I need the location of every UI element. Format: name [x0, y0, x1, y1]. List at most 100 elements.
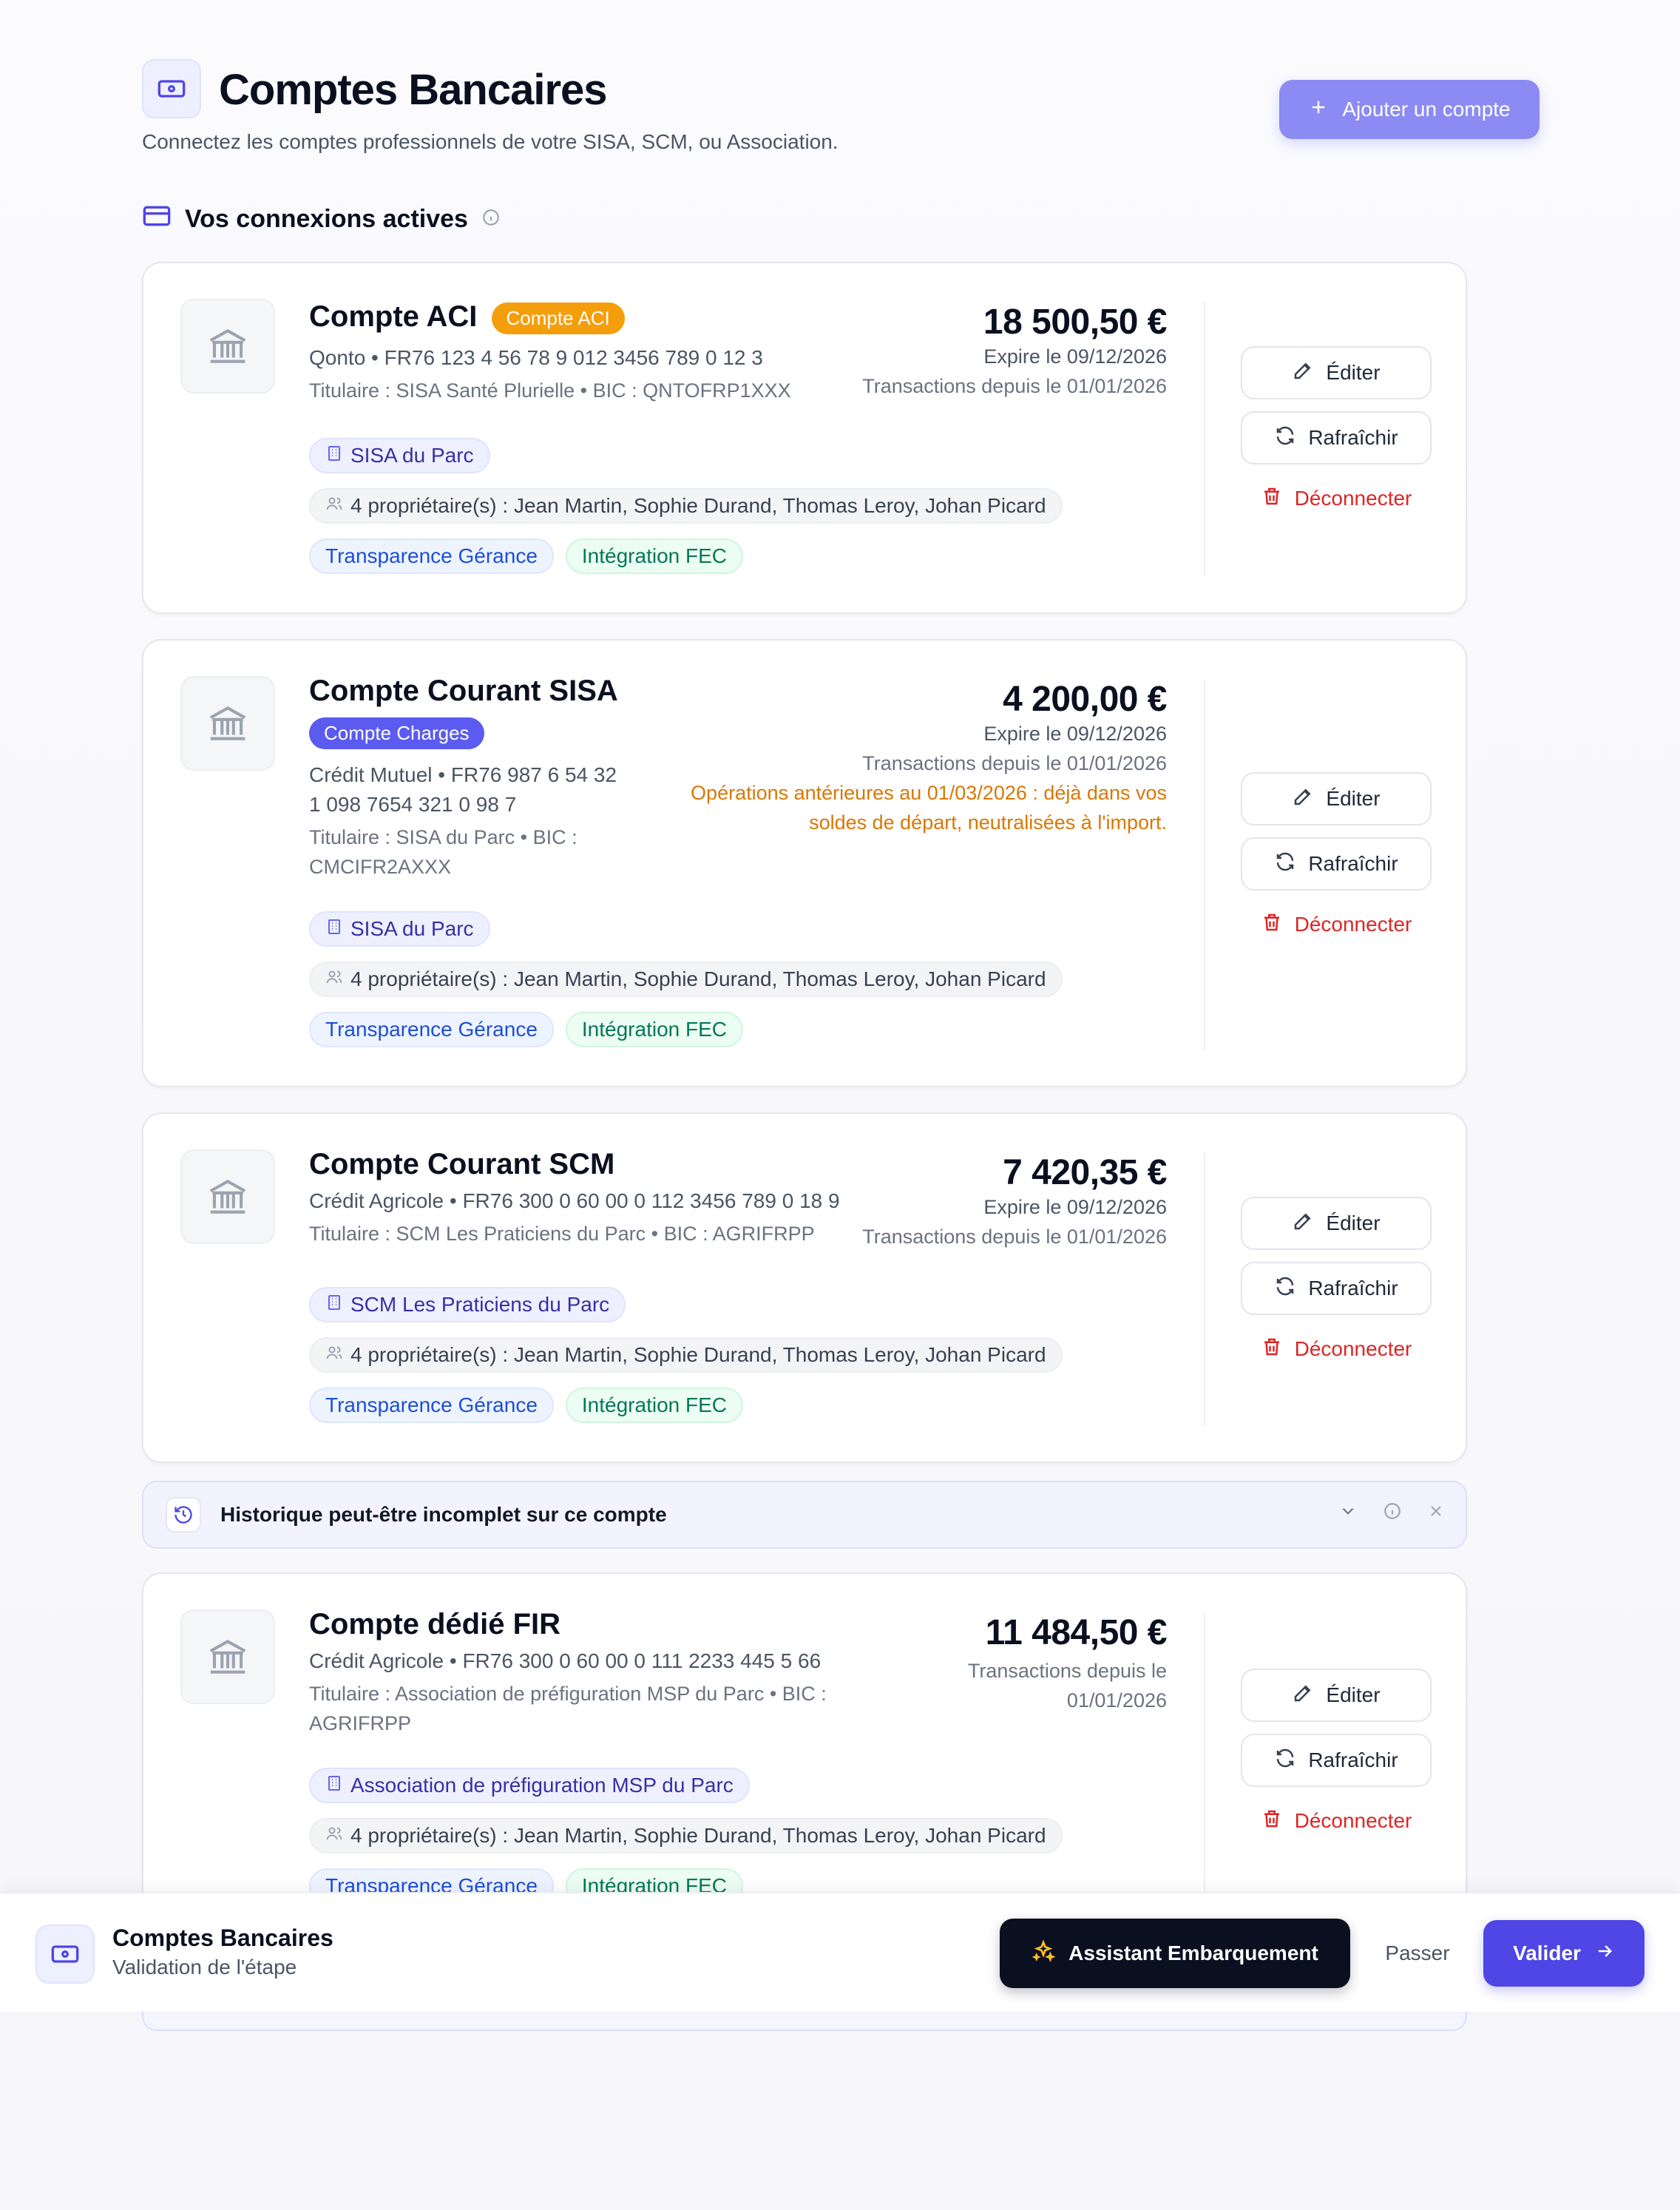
- transparence-tag: Transparence Gérance: [309, 1388, 554, 1423]
- pencil-icon: [1292, 359, 1314, 387]
- refresh-icon: [1274, 425, 1296, 452]
- entity-tag: Association de préfiguration MSP du Parc: [309, 1768, 750, 1803]
- account-balance: 11 484,50 €: [985, 1613, 1168, 1652]
- history-icon: [166, 1497, 201, 1533]
- add-account-button[interactable]: Ajouter un compte: [1279, 80, 1540, 139]
- edit-button[interactable]: Éditer: [1241, 1669, 1432, 1722]
- users-icon: [325, 494, 343, 518]
- footer-title: Comptes Bancaires: [112, 1925, 333, 1951]
- bank-iban-cont: 1 098 7654 321 0 98 7: [309, 793, 517, 816]
- assistant-button[interactable]: Assistant Embarquement: [1000, 1919, 1350, 1988]
- account-name: Compte Courant SCM: [309, 1148, 615, 1180]
- bank-icon: [180, 676, 275, 771]
- building-icon: [325, 1774, 343, 1797]
- banknote-icon: [142, 59, 201, 118]
- edit-button[interactable]: Éditer: [1241, 346, 1432, 399]
- account-type-badge: Compte ACI: [491, 302, 625, 334]
- transparence-tag: Transparence Gérance: [309, 1012, 554, 1047]
- holder-bic-cont: CMCIFR2AXXX: [309, 856, 452, 878]
- history-warning-banner[interactable]: Historique peut-être incomplet sur ce co…: [142, 1481, 1467, 1549]
- holder-bic: Titulaire : SISA du Parc • BIC :: [309, 826, 578, 848]
- disconnect-button[interactable]: Déconnecter: [1241, 1327, 1432, 1371]
- card-actions: Éditer Rafraîchir Déconnecter: [1241, 346, 1432, 521]
- fec-tag: Intégration FEC: [565, 1012, 743, 1047]
- disconnect-button[interactable]: Déconnecter: [1241, 902, 1432, 947]
- account-name: Compte ACI: [309, 300, 478, 333]
- building-icon: [325, 917, 343, 941]
- owners-tag: 4 propriétaire(s) : Jean Martin, Sophie …: [309, 962, 1063, 997]
- chevron-down-icon[interactable]: [1338, 1501, 1358, 1524]
- trash-icon: [1261, 911, 1283, 939]
- refresh-button[interactable]: Rafraîchir: [1241, 1262, 1432, 1315]
- bank-iban: Crédit Mutuel • FR76 987 6 54 32: [309, 763, 617, 786]
- pencil-icon: [1292, 785, 1314, 813]
- close-icon[interactable]: [1427, 1502, 1445, 1524]
- arrow-right-icon: [1594, 1941, 1615, 1967]
- refresh-icon: [1274, 851, 1296, 878]
- transactions-since: Transactions depuis le 01/01/2026: [862, 1226, 1167, 1248]
- fec-tag: Intégration FEC: [565, 538, 743, 574]
- card-actions: Éditer Rafraîchir Déconnecter: [1241, 772, 1432, 947]
- account-tags: SISA du Parc 4 propriétaire(s) : Jean Ma…: [309, 911, 1063, 1062]
- account-balance: 4 200,00 €: [1003, 680, 1167, 719]
- account-card: Compte Courant SISA Compte Charges Crédi…: [142, 639, 1467, 1087]
- bank-icon: [180, 299, 275, 393]
- edit-button[interactable]: Éditer: [1241, 1197, 1432, 1250]
- bank-icon: [180, 1609, 275, 1704]
- consent-expiry: Expire le 09/12/2026: [983, 1196, 1167, 1218]
- holder-bic: Titulaire : SISA Santé Plurielle • BIC :…: [309, 379, 791, 402]
- holder-bic-cont: AGRIFRPP: [309, 1712, 412, 1734]
- disconnect-button[interactable]: Déconnecter: [1241, 1799, 1432, 1843]
- sparkles-icon: [1032, 1939, 1056, 1968]
- section-title: Vos connexions actives: [142, 201, 501, 237]
- holder-bic: Titulaire : SCM Les Praticiens du Parc •…: [309, 1223, 815, 1245]
- add-account-label: Ajouter un compte: [1342, 98, 1511, 121]
- transactions-since-cont: 01/01/2026: [1066, 1689, 1167, 1711]
- account-name: Compte Courant SISA: [309, 675, 618, 707]
- import-warning-cont: soldes de départ, neutralisées à l'impor…: [809, 811, 1167, 834]
- users-icon: [325, 967, 343, 991]
- owners-tag: 4 propriétaire(s) : Jean Martin, Sophie …: [309, 1818, 1063, 1854]
- account-card: Compte ACI Compte ACI Qonto • FR76 123 4…: [142, 262, 1467, 614]
- fec-tag: Intégration FEC: [565, 1388, 743, 1423]
- transparence-tag: Transparence Gérance: [309, 538, 554, 574]
- owners-tag: 4 propriétaire(s) : Jean Martin, Sophie …: [309, 1337, 1063, 1373]
- credit-card-icon: [142, 201, 172, 237]
- card-divider: [1204, 302, 1205, 577]
- validate-button[interactable]: Valider: [1483, 1920, 1645, 1987]
- transactions-since: Transactions depuis le: [967, 1660, 1167, 1682]
- page: Comptes Bancaires Connectez les comptes …: [0, 0, 1680, 2210]
- refresh-button[interactable]: Rafraîchir: [1241, 1734, 1432, 1787]
- card-divider: [1204, 679, 1205, 1050]
- entity-tag: SISA du Parc: [309, 438, 490, 473]
- info-icon[interactable]: [481, 205, 501, 234]
- skip-button[interactable]: Passer: [1377, 1919, 1458, 1988]
- account-type-badge: Compte Charges: [309, 717, 484, 749]
- import-warning: Opérations antérieures au 01/03/2026 : d…: [691, 782, 1167, 804]
- account-card: Compte Courant SCM Crédit Agricole • FR7…: [142, 1112, 1467, 1463]
- bank-iban: Crédit Agricole • FR76 300 0 60 00 0 112…: [309, 1189, 840, 1212]
- trash-icon: [1261, 1336, 1283, 1363]
- card-actions: Éditer Rafraîchir Déconnecter: [1241, 1669, 1432, 1843]
- refresh-button[interactable]: Rafraîchir: [1241, 411, 1432, 464]
- page-subtitle: Connectez les comptes professionnels de …: [142, 130, 839, 153]
- pencil-icon: [1292, 1210, 1314, 1237]
- consent-expiry: Expire le 09/12/2026: [983, 345, 1167, 368]
- refresh-button[interactable]: Rafraîchir: [1241, 837, 1432, 891]
- consent-expiry: Expire le 09/12/2026: [983, 723, 1167, 745]
- history-warning-text: Historique peut-être incomplet sur ce co…: [220, 1503, 667, 1526]
- account-tags: SISA du Parc 4 propriétaire(s) : Jean Ma…: [309, 438, 1063, 589]
- plus-icon: [1308, 97, 1329, 123]
- account-balance: 7 420,35 €: [1003, 1153, 1167, 1192]
- building-icon: [325, 444, 343, 467]
- info-icon[interactable]: [1383, 1501, 1402, 1524]
- edit-button[interactable]: Éditer: [1241, 772, 1432, 825]
- users-icon: [325, 1824, 343, 1848]
- card-actions: Éditer Rafraîchir Déconnecter: [1241, 1197, 1432, 1371]
- users-icon: [325, 1343, 343, 1367]
- card-divider: [1204, 1152, 1205, 1426]
- disconnect-button[interactable]: Déconnecter: [1241, 476, 1432, 521]
- entity-tag: SCM Les Praticiens du Parc: [309, 1287, 626, 1322]
- account-balance: 18 500,50 €: [983, 303, 1168, 342]
- account-name: Compte dédié FIR: [309, 1608, 561, 1640]
